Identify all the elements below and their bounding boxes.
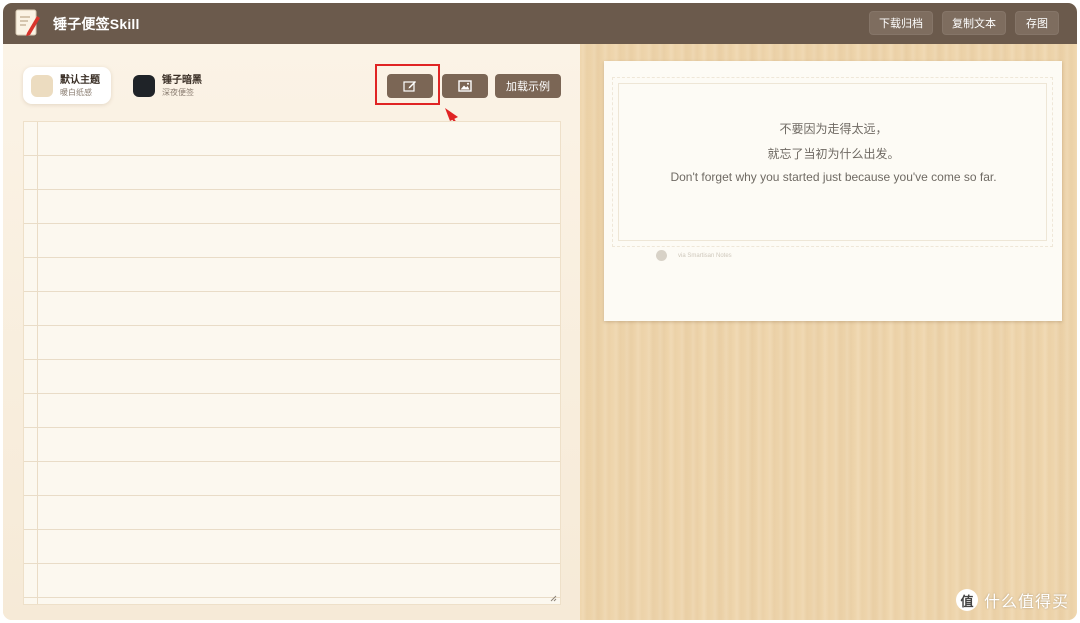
- note-frame-inner: 不要因为走得太远， 就忘了当初为什么出发。 Don't forget why y…: [618, 83, 1047, 241]
- theme-default-card[interactable]: 默认主题 暖白纸感: [23, 67, 111, 104]
- theme-dark-card[interactable]: 锤子暗黑 深夜便签: [125, 67, 221, 104]
- copy-text-button[interactable]: 复制文本: [942, 11, 1006, 35]
- image-button[interactable]: [442, 74, 488, 98]
- watermark-text: via Smartisan Notes: [678, 252, 732, 259]
- annotation-highlight-box: [375, 64, 440, 105]
- image-icon: [458, 80, 472, 92]
- resize-grip-icon[interactable]: [549, 594, 557, 602]
- watermark-logo-icon: [656, 250, 667, 261]
- app-window: 锤子便签Skill 下载归档 复制文本 存图 默认主题 暖白纸感 锤子暗黑 深夜…: [3, 3, 1077, 620]
- theme-name: 锤子暗黑: [162, 74, 202, 86]
- site-name: 什么值得买: [983, 594, 1069, 611]
- save-image-button[interactable]: 存图: [1015, 11, 1059, 35]
- note-preview-card: 不要因为走得太远， 就忘了当初为什么出发。 Don't forget why y…: [604, 61, 1062, 321]
- download-archive-button[interactable]: 下载归档: [869, 11, 933, 35]
- note-line: 不要因为走得太远，: [779, 122, 888, 136]
- theme-swatch-default: [31, 74, 53, 97]
- theme-name: 默认主题: [60, 74, 100, 86]
- note-line: 就忘了当初为什么出发。: [767, 147, 900, 161]
- app-title: 锤子便签Skill: [53, 16, 140, 32]
- theme-subtitle: 暖白纸感: [60, 87, 92, 97]
- site-badge-icon: 值: [955, 589, 978, 611]
- preview-panel: 不要因为走得太远， 就忘了当初为什么出发。 Don't forget why y…: [580, 44, 1077, 620]
- editor-panel: 默认主题 暖白纸感 锤子暗黑 深夜便签 加载示例: [3, 44, 580, 620]
- note-text-editor[interactable]: [23, 121, 561, 605]
- theme-swatch-dark: [133, 74, 155, 97]
- theme-subtitle: 深夜便签: [162, 87, 194, 97]
- note-line: Don't forget why you started just becaus…: [670, 170, 997, 184]
- notepad-logo-icon: [15, 9, 40, 36]
- note-watermark: via Smartisan Notes: [656, 250, 732, 261]
- header-bar: 锤子便签Skill 下载归档 复制文本 存图: [3, 3, 1077, 44]
- load-example-button[interactable]: 加载示例: [495, 74, 561, 98]
- site-watermark: 值 什么值得买: [955, 588, 1069, 612]
